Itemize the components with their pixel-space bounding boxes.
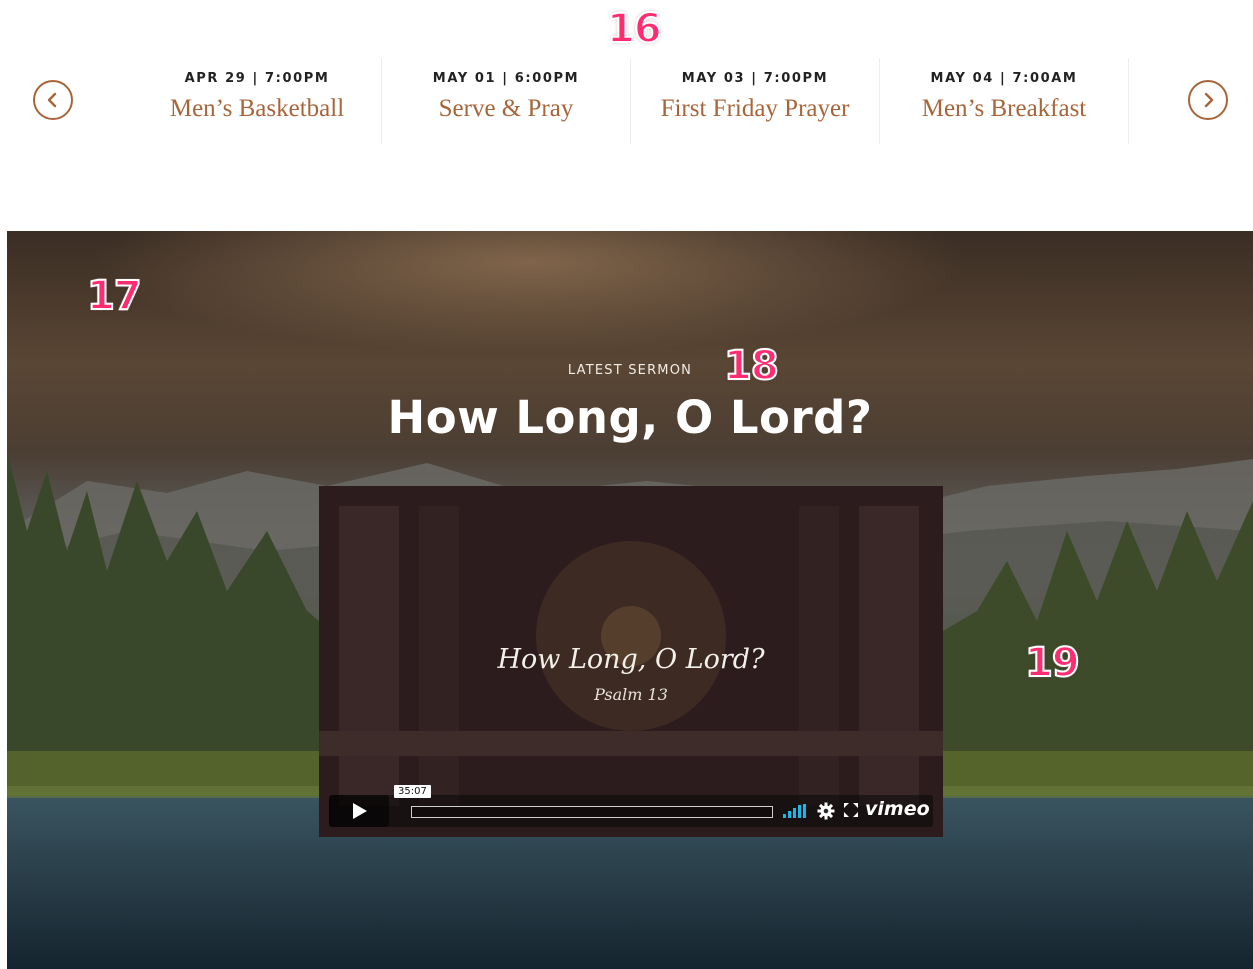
annotation-marker-17: 17 (86, 273, 143, 319)
annotation-marker-18: 18 (723, 343, 780, 389)
video-title: How Long, O Lord? (497, 644, 765, 675)
next-events-button[interactable] (1188, 80, 1228, 120)
settings-gear-icon[interactable] (817, 802, 835, 820)
prev-events-button[interactable] (33, 80, 73, 120)
progress-bar[interactable] (411, 806, 773, 818)
video-subtitle: Psalm 13 (594, 685, 668, 704)
event-name[interactable]: First Friday Prayer (631, 95, 879, 123)
play-button[interactable] (329, 795, 389, 827)
play-icon (353, 803, 367, 819)
event-date: APR 29 | 7:00PM (184, 71, 330, 86)
event-date: MAY 01 | 6:00PM (432, 71, 580, 86)
chevron-right-icon (1204, 92, 1214, 108)
events-carousel: APR 29 | 7:00PM Men’s Basketball MAY 01 … (0, 58, 1253, 144)
event-item[interactable]: MAY 03 | 7:00PM First Friday Prayer (631, 58, 880, 144)
event-name[interactable]: Serve & Pray (382, 95, 630, 123)
chevron-left-icon (47, 92, 57, 108)
volume-icon[interactable] (783, 804, 807, 818)
sermon-hero: 17 LATEST SERMON 18 How Long, O Lord? Ho… (7, 231, 1253, 969)
event-name[interactable]: Men’s Breakfast (880, 95, 1128, 123)
fullscreen-icon[interactable] (843, 802, 859, 818)
event-item[interactable]: APR 29 | 7:00PM Men’s Basketball (133, 58, 382, 144)
event-item[interactable]: MAY 01 | 6:00PM Serve & Pray (382, 58, 631, 144)
event-date: MAY 03 | 7:00PM (681, 71, 829, 86)
event-item[interactable]: MAY 04 | 7:00AM Men’s Breakfast (880, 58, 1129, 144)
video-player[interactable]: How Long, O Lord? Psalm 13 35:07 vimeo (319, 486, 943, 837)
annotation-marker-19: 19 (1024, 640, 1081, 686)
vimeo-logo[interactable]: vimeo (865, 798, 930, 820)
event-list: APR 29 | 7:00PM Men’s Basketball MAY 01 … (133, 58, 1131, 144)
annotation-marker-16: 16 (606, 6, 663, 52)
video-timecode: 35:07 (394, 785, 431, 798)
sermon-title: How Long, O Lord? (387, 391, 873, 444)
event-date: MAY 04 | 7:00AM (930, 71, 1078, 86)
video-controls: 35:07 vimeo (329, 785, 933, 827)
event-name[interactable]: Men’s Basketball (133, 95, 381, 123)
latest-sermon-label: LATEST SERMON (567, 363, 693, 378)
